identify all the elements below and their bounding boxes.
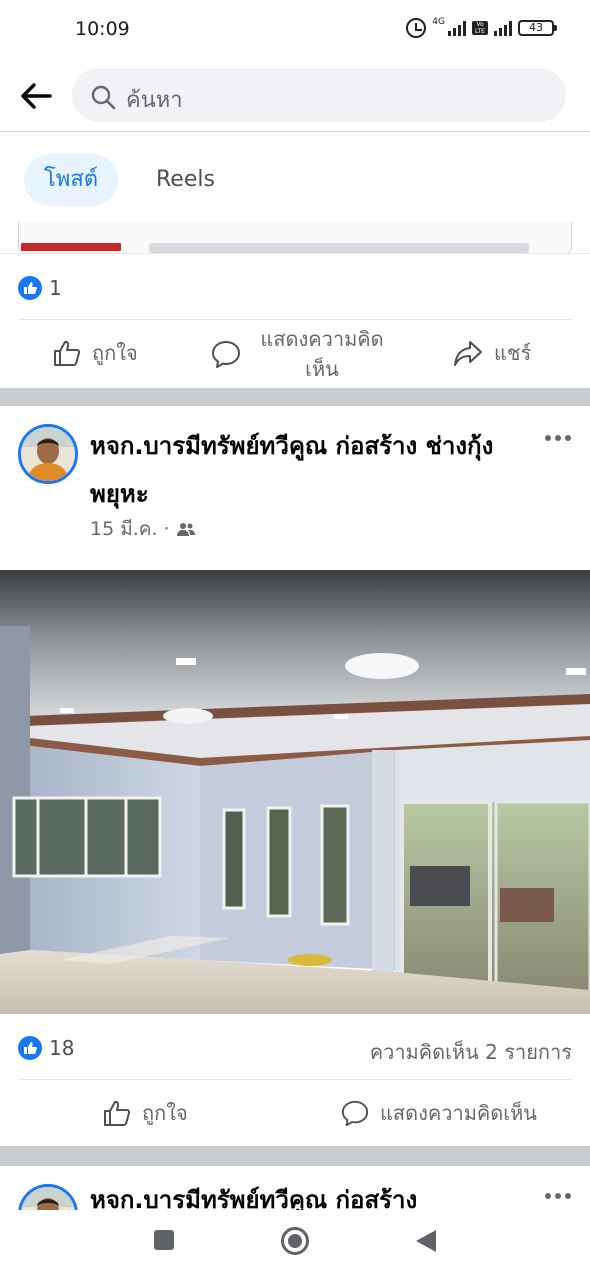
signal-icon-2: [494, 20, 512, 36]
result-tabs: โพสต์ Reels: [0, 132, 590, 222]
share-label: แชร์: [494, 341, 532, 365]
previous-post-reactions: 1: [18, 254, 572, 320]
avatar[interactable]: [18, 424, 78, 484]
like-count[interactable]: 1: [49, 276, 62, 300]
like-button[interactable]: ถูกใจ: [52, 338, 138, 368]
status-time: 10:09: [75, 18, 130, 40]
search-header: ค้นหา: [0, 62, 590, 132]
post-divider: [0, 1146, 590, 1166]
avatar-photo: [21, 427, 75, 481]
more-options-icon[interactable]: [544, 1192, 572, 1200]
like-reaction-icon: [18, 1036, 42, 1060]
back-arrow-icon[interactable]: [16, 76, 56, 116]
comment-bubble-icon: [341, 1100, 369, 1127]
back-icon[interactable]: [414, 1228, 438, 1254]
like-label: ถูกใจ: [142, 1101, 188, 1125]
network-type-label: 4G: [432, 17, 445, 27]
like-reaction-icon: [18, 276, 42, 300]
post-date[interactable]: 15 มี.ค.: [90, 514, 158, 544]
post-divider: [0, 388, 590, 406]
meta-separator: ·: [163, 518, 170, 540]
post-author-name[interactable]: หจก.บารมีทรัพย์ทวีคูณ ก่อสร้าง: [90, 1178, 520, 1210]
alarm-icon: [406, 18, 427, 38]
comment-button[interactable]: แสดงความคิดเห็น: [210, 324, 392, 384]
search-placeholder: ค้นหา: [126, 88, 183, 113]
more-options-icon[interactable]: [544, 434, 572, 442]
status-bar: 10:09 4G Vo LTE 43: [0, 0, 590, 62]
post-action-bar: ถูกใจ แสดงความคิดเห็น: [0, 1080, 590, 1146]
like-label: ถูกใจ: [92, 341, 138, 365]
comment-label: แสดงความคิดเห็น: [380, 1101, 537, 1125]
comment-button[interactable]: แสดงความคิดเห็น: [340, 1098, 537, 1128]
comment-count[interactable]: ความคิดเห็น 2 รายการ: [370, 1036, 572, 1068]
share-arrow-icon: [454, 341, 482, 366]
search-icon: [91, 85, 116, 110]
post-meta: 15 มี.ค. ·: [90, 514, 196, 544]
search-input[interactable]: ค้นหา: [72, 68, 566, 122]
comment-bubble-icon: [212, 341, 240, 368]
next-post-header: หจก.บารมีทรัพย์ทวีคูณ ก่อสร้าง: [0, 1166, 590, 1210]
avatar-photo: [21, 1187, 75, 1210]
thumbs-up-icon: [54, 340, 81, 366]
share-button[interactable]: แชร์: [452, 338, 531, 368]
battery-icon: 43: [518, 20, 557, 36]
volte-icon: Vo LTE: [472, 21, 488, 35]
avatar[interactable]: [18, 1184, 78, 1210]
home-icon[interactable]: [280, 1226, 310, 1256]
tab-reels[interactable]: Reels: [136, 154, 235, 206]
previous-post-thumbnail: [21, 243, 121, 251]
previous-post-clipped-content: [0, 222, 590, 254]
previous-post-link-card[interactable]: [18, 222, 572, 253]
tab-posts[interactable]: โพสต์: [24, 154, 119, 206]
post-photo[interactable]: [0, 570, 590, 1014]
status-icons: 4G Vo LTE 43: [406, 17, 557, 38]
previous-post-action-bar: ถูกใจ แสดงความคิดเห็น แชร์: [0, 320, 590, 388]
post-header: หจก.บารมีทรัพย์ทวีคูณ ก่อสร้าง ช่างกุ้งพ…: [0, 406, 590, 570]
recents-icon[interactable]: [152, 1228, 176, 1252]
like-count[interactable]: 18: [49, 1036, 74, 1060]
like-button[interactable]: ถูกใจ: [102, 1098, 188, 1128]
friends-icon: [176, 523, 195, 536]
signal-icon: [448, 20, 466, 36]
thumbs-up-icon: [104, 1100, 131, 1126]
previous-post-text-fragment: [149, 243, 529, 253]
system-navigation-bar: [0, 1210, 590, 1280]
comment-label: แสดงความคิดเห็น: [260, 327, 384, 381]
post-author-name[interactable]: หจก.บารมีทรัพย์ทวีคูณ ก่อสร้าง ช่างกุ้งพ…: [90, 422, 520, 518]
post-reactions: 18 ความคิดเห็น 2 รายการ: [18, 1014, 572, 1080]
